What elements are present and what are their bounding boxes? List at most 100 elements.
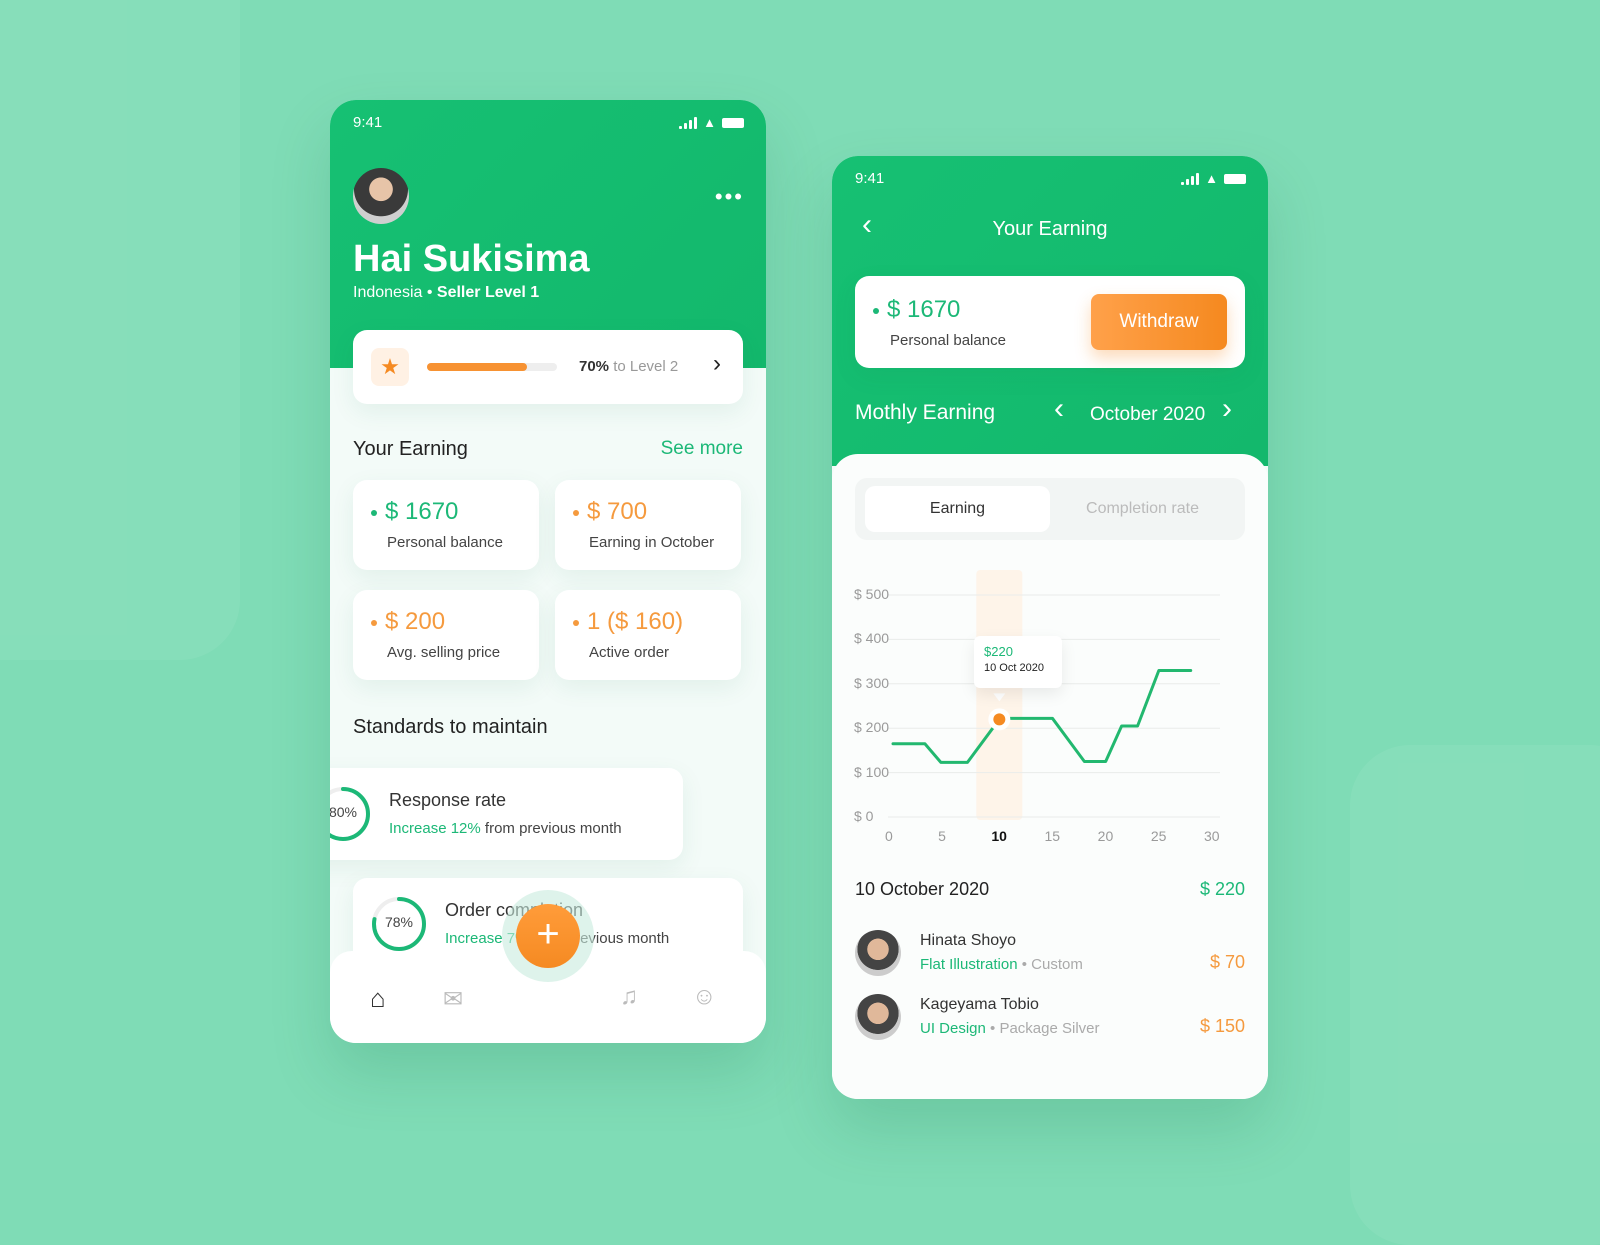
- balance-label: Personal balance: [890, 332, 1006, 349]
- prev-month-icon[interactable]: ‹: [1054, 392, 1064, 426]
- stat-card[interactable]: $ 1670 Personal balance: [353, 480, 539, 570]
- x-tick-label: 30: [1204, 828, 1220, 844]
- withdraw-button[interactable]: Withdraw: [1091, 294, 1227, 350]
- order-package: Package Silver: [999, 1020, 1100, 1037]
- y-tick-label: $ 500: [854, 586, 890, 602]
- y-tick-label: $ 200: [854, 719, 890, 736]
- stat-value: $ 1670: [371, 498, 521, 526]
- separator: •: [426, 284, 433, 301]
- buyer-name: Kageyama Tobio: [920, 996, 1039, 1013]
- stat-label: Earning in October: [589, 534, 715, 551]
- bell-icon[interactable]: ♫: [620, 983, 638, 1011]
- earning-title: Your Earning: [992, 218, 1108, 240]
- monthly-title: Mothly Earning: [855, 401, 996, 424]
- earning-screen: 9:41 ▲ ‹ Your Earning $ 1670 Personal ba…: [832, 156, 1268, 1099]
- stat-card[interactable]: $ 700 Earning in October: [555, 480, 741, 570]
- add-button[interactable]: +: [516, 904, 580, 968]
- home-icon[interactable]: ⌂: [370, 983, 386, 1014]
- order-meta: UI Design • Package Silver: [920, 1020, 1100, 1037]
- stat-value: $ 700: [573, 498, 723, 526]
- order-amount: $ 70: [1209, 952, 1245, 972]
- avatar[interactable]: [353, 168, 409, 224]
- tooltip: $220 10 Oct 2020: [974, 636, 1062, 688]
- seller-level: Seller Level 1: [436, 284, 540, 301]
- see-more-link[interactable]: See more: [661, 438, 743, 460]
- signal-icon: [679, 116, 698, 129]
- stat-amount: $ 200: [385, 608, 446, 635]
- x-tick-label: 5: [938, 828, 946, 844]
- order-package: Custom: [1031, 956, 1083, 973]
- y-tick-label: $ 400: [854, 630, 890, 647]
- stat-card[interactable]: 1 ($ 160) Active order: [555, 590, 741, 680]
- stat-value: $ 200: [371, 608, 521, 636]
- standard-title: Response rate: [389, 790, 507, 810]
- wifi-icon: ▲: [1205, 171, 1218, 186]
- next-month-icon[interactable]: ›: [1222, 392, 1232, 426]
- standard-card[interactable]: 80% Response rate Increase 12% from previo…: [330, 768, 683, 860]
- more-options-icon[interactable]: •••: [715, 184, 744, 210]
- stat-amount: $ 700: [587, 498, 648, 525]
- stat-amount: $ 1670: [385, 498, 459, 525]
- signal-icon: [1181, 172, 1200, 185]
- status-bar: 9:41 ▲: [855, 170, 1246, 187]
- highlight-point: [993, 713, 1006, 726]
- order-meta: Flat Illustration • Custom: [920, 956, 1083, 973]
- user-icon[interactable]: ☺: [692, 983, 717, 1011]
- star-icon: ★: [371, 348, 409, 386]
- chevron-right-icon[interactable]: ›: [713, 350, 721, 378]
- status-bar: 9:41 ▲: [353, 114, 744, 131]
- x-tick-label: 15: [1044, 828, 1061, 844]
- ring-percent: 80%: [330, 804, 358, 820]
- status-time: 9:41: [353, 114, 383, 131]
- y-tick-label: $ 300: [854, 674, 890, 691]
- level-progress-text: 70% to Level 2: [579, 358, 678, 375]
- greeting-title: Hai Sukisima: [353, 238, 590, 280]
- tab-bar: Earning Completion rate: [855, 478, 1245, 540]
- wifi-icon: ▲: [703, 115, 716, 130]
- stat-amount: 1 ($ 160): [587, 608, 684, 635]
- tab-completion-rate[interactable]: Completion rate: [1050, 486, 1235, 532]
- battery-icon: [1224, 173, 1246, 184]
- standards-title: Standards to maintain: [353, 716, 548, 738]
- x-tick-label: 25: [1150, 828, 1167, 844]
- x-tick-label: 10: [991, 828, 1007, 844]
- stat-label: Avg. selling price: [387, 644, 501, 661]
- stat-value: 1 ($ 160): [573, 608, 723, 636]
- earning-chart: [888, 570, 1220, 820]
- earning-section-title: Your Earning: [353, 438, 468, 460]
- stat-label: Personal balance: [387, 534, 503, 551]
- user-subtitle: Indonesia • Seller Level 1: [353, 284, 539, 302]
- y-tick-label: $ 0: [854, 808, 874, 824]
- level-suffix: to Level 2: [609, 358, 679, 375]
- home-header: [330, 100, 766, 368]
- buyer-avatar: [855, 930, 901, 976]
- buyer-name: Hinata Shoyo: [920, 932, 1017, 949]
- order-amount: $ 150: [1199, 1016, 1245, 1036]
- level-percent: 70%: [579, 358, 610, 375]
- tab-earning[interactable]: Earning: [865, 486, 1050, 532]
- increase-text: Increase 12%: [389, 820, 481, 837]
- mail-icon[interactable]: ✉: [443, 985, 463, 1014]
- balance-value: $ 1670: [873, 296, 960, 324]
- battery-icon: [722, 117, 744, 128]
- stat-label: Active order: [589, 644, 670, 661]
- detail-date: 10 October 2020: [855, 879, 990, 899]
- order-row[interactable]: Kageyama Tobio UI Design • Package Silver…: [855, 992, 1245, 1048]
- ring-percent: 78%: [384, 914, 414, 930]
- month-label: October 2020: [1090, 404, 1206, 425]
- home-screen: 9:41 ▲ ••• Hai Sukisima Indonesia • Sell…: [330, 100, 766, 1043]
- stat-card[interactable]: $ 200 Avg. selling price: [353, 590, 539, 680]
- order-row[interactable]: Hinata Shoyo Flat Illustration • Custom $ …: [855, 928, 1245, 984]
- level-progress-card[interactable]: ★ 70% to Level 2 ›: [353, 330, 743, 404]
- balance-card: $ 1670 Personal balance Withdraw: [855, 276, 1245, 368]
- level-progress-bar: [427, 363, 557, 371]
- order-category: Flat Illustration: [920, 956, 1018, 973]
- balance-amount: $ 1670: [887, 296, 961, 323]
- buyer-avatar: [855, 994, 901, 1040]
- x-tick-label: 20: [1097, 828, 1114, 844]
- x-tick-label: 0: [885, 828, 893, 844]
- tooltip-date: 10 Oct 2020: [984, 662, 1044, 674]
- tooltip-value: $220: [984, 644, 1013, 659]
- country: Indonesia: [353, 284, 423, 301]
- standard-rest: from previous month: [480, 820, 622, 837]
